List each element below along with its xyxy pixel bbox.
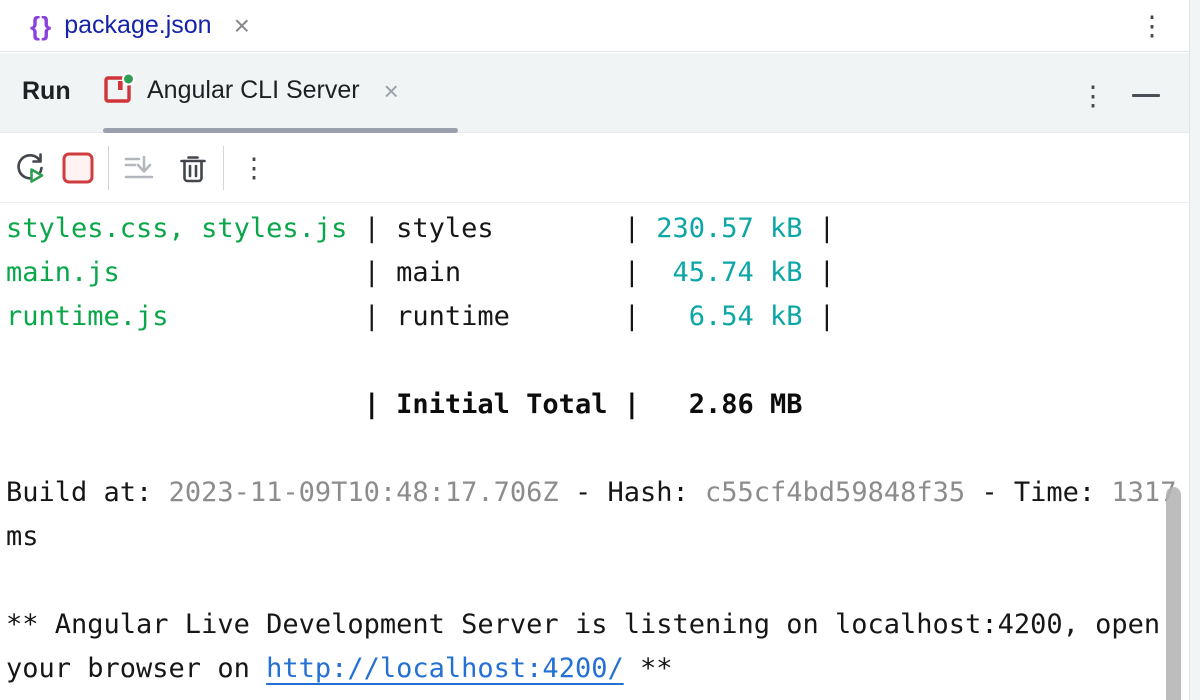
json-file-icon: {} [30,13,52,39]
console-text: 2023-11-09T10:48:17.706Z [169,477,559,508]
console-text: ** [624,653,673,684]
console-text: | [803,213,836,244]
scroll-to-end-button[interactable] [117,146,161,190]
console-line: Build at: 2023-11-09T10:48:17.706Z - Has… [6,471,1188,515]
editor-more-menu-icon[interactable]: ⋮ [1136,10,1168,42]
console-text: styles.css, styles.js [6,213,347,244]
run-tab-label: Angular CLI Server [147,76,360,105]
console-line [6,559,1188,603]
trash-icon [176,151,210,185]
console-line: main.js | main | 45.74 kB | [6,251,1188,295]
console-line: | Initial Total | 2.86 MB [6,383,1188,427]
right-tool-window-stripe [1189,0,1200,700]
editor-tab-package-json[interactable]: {} package.json × [0,0,268,51]
console-line: styles.css, styles.js | styles | 230.57 … [6,207,1188,251]
stop-button[interactable] [56,146,100,190]
run-panel-more-menu-icon[interactable]: ⋮ [1077,80,1109,112]
console-line: runtime.js | runtime | 6.54 kB | [6,295,1188,339]
console-text: ** Angular Live Development Server is li… [6,609,1160,640]
selected-tab-indicator [103,128,458,133]
console-text: main.js [6,257,120,288]
editor-tab-label: package.json [64,11,211,40]
localhost-link[interactable]: http://localhost:4200/ [266,653,624,684]
console-line [6,427,1188,471]
stop-icon [61,151,95,185]
hide-tool-window-button[interactable] [1130,79,1162,111]
minimize-icon [1132,94,1160,97]
console-text: runtime.js [6,301,169,332]
console-text: - Hash: [559,477,705,508]
console-text: ms [6,521,39,552]
console-text: | Initial Total | 2.86 MB [6,389,803,420]
run-tool-window-title[interactable]: Run [22,77,71,106]
close-icon[interactable]: × [384,78,399,104]
close-icon[interactable]: × [234,12,250,40]
console-text: your browser on [6,653,266,684]
scroll-to-end-icon [122,151,156,185]
console-line: ms [6,515,1188,559]
toolbar-separator [108,146,109,190]
run-tool-window-header: Run Angular CLI Server × ⋮ [0,53,1200,133]
console-text: 45.74 kB [672,257,802,288]
console-line: your browser on http://localhost:4200/ *… [6,647,1188,691]
run-toolbar: ⋮ [0,134,1200,203]
toolbar-separator [223,146,224,190]
rerun-button[interactable] [8,146,52,190]
console-text: - Time: [965,477,1111,508]
toolbar-more-menu-icon[interactable]: ⋮ [238,152,270,184]
clear-all-button[interactable] [171,146,215,190]
console-text: 230.57 kB [656,213,802,244]
console-text: 6.54 kB [689,301,803,332]
console-output[interactable]: styles.css, styles.js | styles | 230.57 … [0,203,1188,700]
console-text: | styles | [347,213,656,244]
run-tab-angular-cli-server[interactable]: Angular CLI Server × [103,53,399,128]
rerun-icon [13,151,47,185]
ide-window: {} package.json × ⋮ Run Angular CLI Serv… [0,0,1200,700]
console-text: | main | [120,257,673,288]
editor-tab-bar: {} package.json × ⋮ [0,0,1200,52]
console-text: | [803,257,836,288]
console-text: | runtime | [169,301,689,332]
console-text: Build at: [6,477,169,508]
npm-run-config-icon [103,72,135,109]
vertical-scrollbar-thumb[interactable] [1166,487,1181,700]
console-text: c55cf4bd59848f35 [705,477,965,508]
console-text: | [803,301,836,332]
console-line: ** Angular Live Development Server is li… [6,603,1188,647]
console-line [6,339,1188,383]
